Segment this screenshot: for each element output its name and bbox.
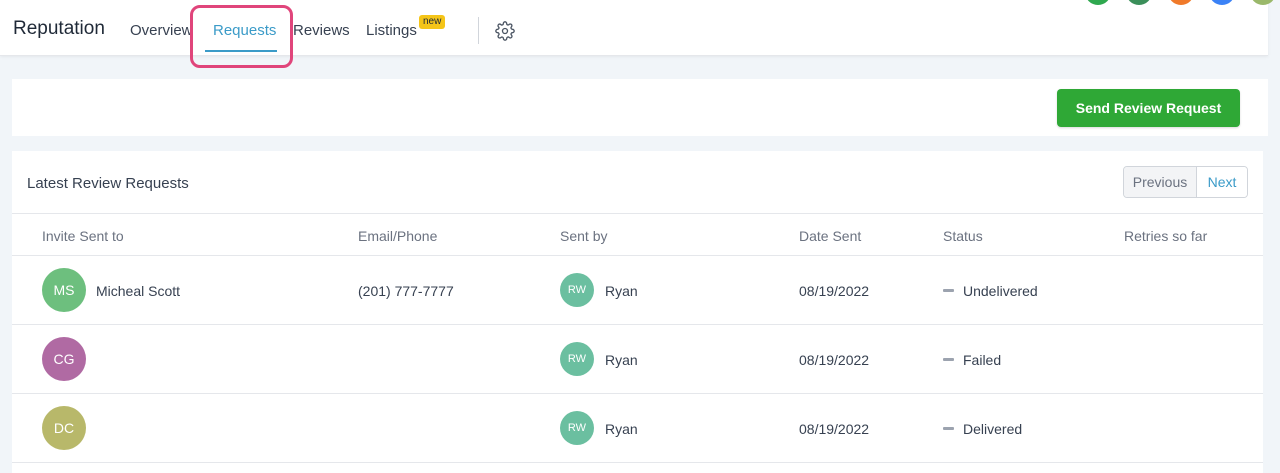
avatar: MS [42, 268, 86, 312]
status-dash-icon [943, 358, 954, 361]
status-text: Undelivered [963, 283, 1038, 299]
top-nav-bar: Reputation Overview Requests Reviews Lis… [0, 0, 1268, 68]
table-row[interactable]: CG RW Ryan 08/19/2022 Failed [12, 325, 1263, 394]
sender-name: Ryan [605, 421, 638, 437]
status-text: Delivered [963, 421, 1023, 437]
table-header: Invite Sent to Email/Phone Sent by Date … [12, 213, 1263, 256]
column-header-email-phone: Email/Phone [358, 228, 438, 244]
sender-avatar: RW [560, 273, 594, 307]
date-sent: 08/19/2022 [799, 283, 870, 299]
pagination: Previous Next [1123, 166, 1248, 198]
sender-avatar: RW [560, 342, 594, 376]
review-requests-card: Latest Review Requests Previous Next Inv… [12, 151, 1263, 473]
avatar: CG [42, 337, 86, 381]
table-row[interactable]: DC RW Ryan 08/19/2022 Delivered [12, 394, 1263, 463]
invitee-email-phone: (201) 777-7777 [358, 283, 454, 299]
app-title: Reputation [13, 18, 105, 39]
avatar: DC [42, 406, 86, 450]
send-review-request-button[interactable]: Send Review Request [1057, 89, 1240, 127]
column-header-status: Status [943, 228, 983, 244]
table-row[interactable]: MS Micheal Scott (201) 777-7777 RW Ryan … [12, 256, 1263, 325]
column-header-sent-by: Sent by [560, 228, 608, 244]
status-text: Failed [963, 352, 1002, 368]
tab-listings[interactable]: Listings [366, 22, 417, 39]
new-badge: new [419, 15, 446, 29]
requests-tab-highlight [190, 5, 293, 68]
status-dash-icon [943, 289, 954, 292]
column-header-invite-sent-to: Invite Sent to [42, 228, 124, 244]
date-sent: 08/19/2022 [799, 352, 870, 368]
card-title: Latest Review Requests [27, 175, 189, 192]
tab-reviews[interactable]: Reviews [293, 22, 350, 39]
column-header-date-sent: Date Sent [799, 228, 862, 244]
status-dash-icon [943, 427, 954, 430]
date-sent: 08/19/2022 [799, 421, 870, 437]
column-header-retries: Retries so far [1124, 228, 1208, 244]
tab-overview[interactable]: Overview [130, 22, 193, 39]
sender-name: Ryan [605, 352, 638, 368]
previous-page-button[interactable]: Previous [1124, 167, 1197, 197]
sender-name: Ryan [605, 283, 638, 299]
gear-icon[interactable] [495, 21, 515, 41]
sender-avatar: RW [560, 411, 594, 445]
nav-divider [478, 17, 479, 44]
next-page-button[interactable]: Next [1197, 167, 1247, 197]
invitee-name: Micheal Scott [96, 283, 181, 299]
